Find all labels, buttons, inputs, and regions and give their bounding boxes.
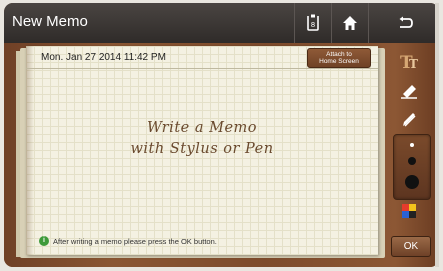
hint-line1: Write a Memo bbox=[147, 120, 257, 136]
hint-line2: with Stylus or Pen bbox=[130, 141, 274, 157]
ok-label: OK bbox=[403, 241, 419, 252]
pen-button[interactable] bbox=[394, 106, 424, 132]
memo-list-icon: 8 bbox=[307, 14, 319, 31]
color-palette-icon bbox=[402, 204, 416, 218]
memo-canvas[interactable]: Mon. Jan 27 2014 11:42 PM Attach to Home… bbox=[26, 46, 378, 255]
svg-text:T: T bbox=[409, 57, 418, 71]
title-bar: New Memo 8 bbox=[4, 3, 439, 43]
home-button[interactable] bbox=[331, 3, 368, 43]
pen-size-large[interactable] bbox=[405, 175, 419, 189]
color-palette-button[interactable] bbox=[394, 198, 424, 224]
eraser-icon bbox=[401, 85, 417, 99]
pen-size-medium[interactable] bbox=[408, 157, 416, 165]
eraser-button[interactable] bbox=[394, 77, 424, 103]
back-icon bbox=[399, 16, 413, 28]
ok-button[interactable]: OK bbox=[391, 236, 431, 257]
text-tool-button[interactable]: T T bbox=[394, 48, 424, 74]
info-icon: i bbox=[39, 236, 49, 246]
memo-date: Mon. Jan 27 2014 11:42 PM bbox=[41, 52, 166, 63]
pen-size-panel bbox=[393, 134, 431, 200]
attach-label-line2: Home Screen bbox=[319, 58, 359, 65]
text-tool-icon: T T bbox=[400, 53, 418, 72]
header-divider bbox=[26, 68, 378, 69]
pen-size-small[interactable] bbox=[410, 143, 414, 147]
pen-icon bbox=[403, 113, 416, 127]
attach-to-home-button[interactable]: Attach to Home Screen bbox=[307, 48, 371, 68]
ok-notice: i After writing a memo please press the … bbox=[39, 236, 217, 246]
notice-text: After writing a memo please press the OK… bbox=[53, 236, 217, 246]
attach-label-line1: Attach to bbox=[326, 51, 352, 58]
page-title: New Memo bbox=[12, 13, 88, 30]
back-button[interactable] bbox=[368, 3, 439, 43]
write-hint: Write a Memo with Stylus or Pen bbox=[26, 118, 378, 160]
home-icon bbox=[343, 16, 357, 30]
svg-text:8: 8 bbox=[311, 21, 315, 29]
scrollbar bbox=[435, 3, 439, 267]
memo-list-button[interactable]: 8 bbox=[294, 3, 331, 43]
